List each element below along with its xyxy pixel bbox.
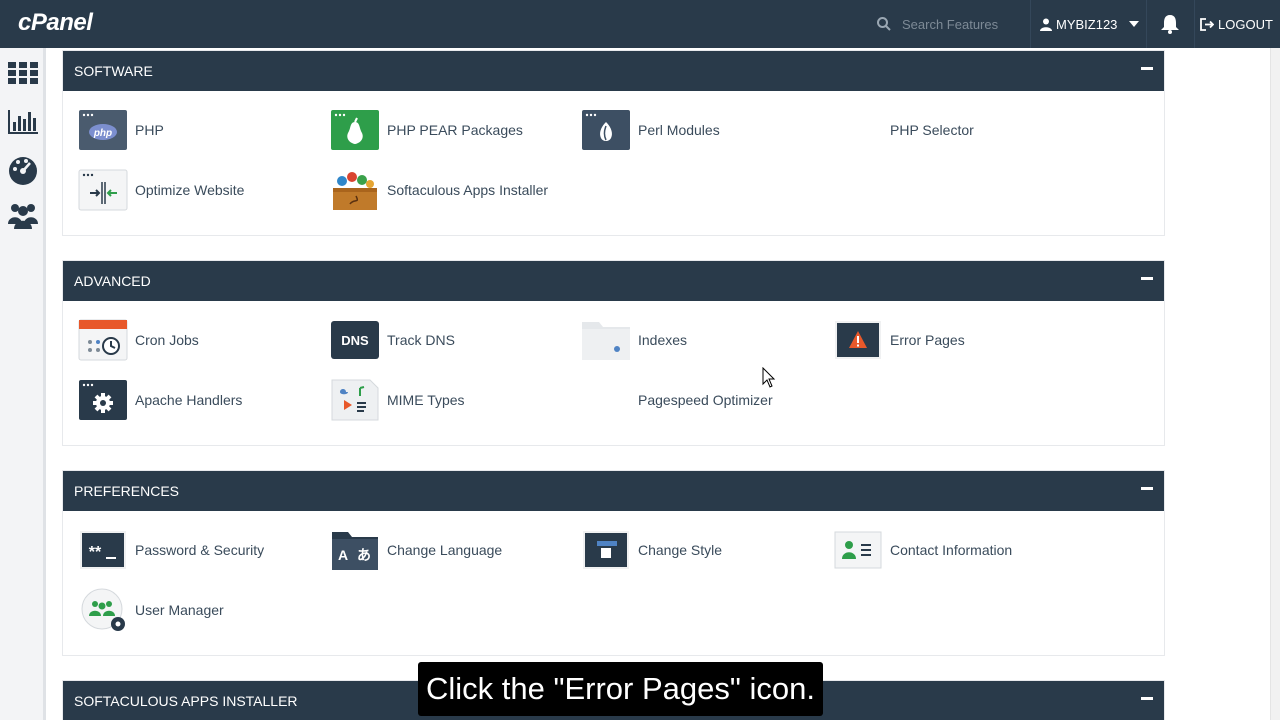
logout-label: LOGOUT xyxy=(1218,16,1273,32)
contact-card-icon xyxy=(834,531,882,569)
cron-jobs-link[interactable]: Cron Jobs xyxy=(78,318,199,362)
logout-button[interactable]: LOGOUT xyxy=(1200,0,1273,48)
advanced-header[interactable]: ADVANCED xyxy=(63,261,1164,301)
home-grid-icon[interactable] xyxy=(6,56,40,90)
track-dns-link[interactable]: DNS Track DNS xyxy=(330,318,455,362)
svg-text:あ: あ xyxy=(357,548,371,564)
collapse-icon[interactable] xyxy=(1140,271,1154,285)
preferences-header[interactable]: PREFERENCES xyxy=(63,471,1164,511)
php-link[interactable]: php PHP xyxy=(78,108,164,152)
php-pear-packages-link[interactable]: PHP PEAR Packages xyxy=(330,108,523,152)
error-warning-icon xyxy=(835,321,881,359)
pagespeed-optimizer-link[interactable]: Pagespeed Optimizer xyxy=(581,378,773,422)
top-navbar: cPanel MYBIZ123 LOGOUT xyxy=(0,0,1280,48)
username-label: MYBIZ123 xyxy=(1056,16,1118,32)
caret-down-icon xyxy=(1129,21,1140,27)
apache-handlers-link[interactable]: Apache Handlers xyxy=(78,378,242,422)
user-icon xyxy=(1040,18,1052,31)
page-scrollbar[interactable] xyxy=(1270,48,1280,720)
cron-calendar-clock-icon xyxy=(78,319,128,361)
dns-icon: DNS xyxy=(331,321,379,359)
svg-text:**: ** xyxy=(89,544,102,561)
users-icon[interactable] xyxy=(6,198,40,232)
softaculous-box-icon xyxy=(333,172,377,210)
perl-onion-icon xyxy=(582,110,630,150)
divider xyxy=(1146,0,1147,48)
logout-icon xyxy=(1200,17,1214,31)
optimize-website-link[interactable]: Optimize Website xyxy=(78,168,244,212)
contact-information-link[interactable]: Contact Information xyxy=(833,528,1012,572)
video-caption: Click the "Error Pages" icon. xyxy=(418,662,823,716)
section-title: SOFTWARE xyxy=(74,63,153,79)
divider xyxy=(1030,0,1031,48)
mime-types-link[interactable]: MIME Types xyxy=(330,378,465,422)
collapse-icon[interactable] xyxy=(1140,691,1154,705)
sidebar xyxy=(0,48,46,720)
user-manager-icon xyxy=(81,588,125,631)
cpanel-logo[interactable]: cPanel xyxy=(18,9,93,37)
section-title: SOFTACULOUS APPS INSTALLER xyxy=(74,693,298,709)
password-icon: ** xyxy=(80,531,126,569)
gear-icon xyxy=(79,380,127,420)
section-title: PREFERENCES xyxy=(74,483,180,499)
indexes-link[interactable]: Indexes xyxy=(581,318,687,362)
php-selector-link[interactable]: PHP Selector xyxy=(833,108,974,152)
software-panel: SOFTWARE php PHP PHP PEAR Packages Perl … xyxy=(62,50,1165,236)
search-input[interactable] xyxy=(902,13,1022,35)
language-icon: A あ xyxy=(332,532,378,570)
change-style-link[interactable]: Change Style xyxy=(581,528,722,572)
svg-text:DNS: DNS xyxy=(341,333,369,348)
password-security-link[interactable]: ** Password & Security xyxy=(78,528,264,572)
search-icon xyxy=(877,17,891,31)
user-manager-link[interactable]: User Manager xyxy=(78,588,224,632)
software-header[interactable]: SOFTWARE xyxy=(63,51,1164,91)
pear-icon xyxy=(331,110,379,150)
php-icon: php xyxy=(79,110,127,150)
change-language-link[interactable]: A あ Change Language xyxy=(330,528,502,572)
preferences-panel: PREFERENCES ** Password & Security A あ C… xyxy=(62,470,1165,656)
mouse-cursor-icon xyxy=(762,367,776,388)
section-title: ADVANCED xyxy=(74,273,151,289)
collapse-icon[interactable] xyxy=(1140,481,1154,495)
stats-icon[interactable] xyxy=(6,104,40,138)
dashboard-gauge-icon[interactable] xyxy=(6,152,40,186)
mime-media-icon xyxy=(331,379,379,421)
folder-icon xyxy=(582,322,630,360)
svg-text:php: php xyxy=(93,128,112,139)
search-box xyxy=(868,0,1028,48)
optimize-compress-icon xyxy=(78,169,128,211)
user-menu[interactable]: MYBIZ123 xyxy=(1040,0,1146,48)
softaculous-apps-installer-link[interactable]: Softaculous Apps Installer xyxy=(330,168,548,212)
collapse-icon[interactable] xyxy=(1140,61,1154,75)
pagespeed-icon xyxy=(581,378,631,422)
error-pages-link[interactable]: Error Pages xyxy=(833,318,965,362)
notifications-bell-icon[interactable] xyxy=(1158,14,1182,34)
divider xyxy=(1194,0,1195,48)
advanced-panel: ADVANCED Cron Jobs DNS Track DNS Indexes… xyxy=(62,260,1165,446)
style-window-icon xyxy=(583,531,629,569)
perl-modules-link[interactable]: Perl Modules xyxy=(581,108,720,152)
php-selector-icon xyxy=(833,108,883,152)
svg-text:A: A xyxy=(338,547,348,563)
